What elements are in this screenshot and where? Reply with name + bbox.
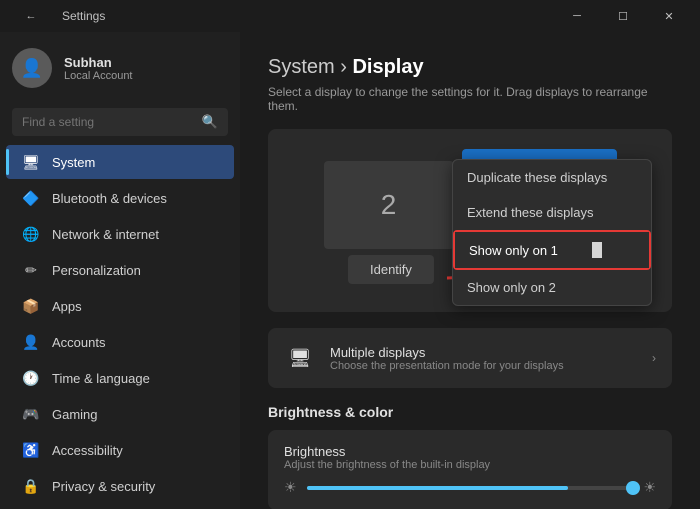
sidebar-item-label: Apps [52,299,82,314]
breadcrumb-parent: System [268,56,335,78]
sidebar-item-label: Accessibility [52,443,123,458]
sidebar-item-accessibility[interactable]: ♿ Accessibility [6,433,234,467]
cursor-indicator [592,242,602,258]
accounts-icon: 👤 [22,333,40,351]
user-type: Local Account [64,70,133,82]
multiple-displays-title: Multiple displays [330,345,638,360]
minimize-button[interactable]: ─ [554,0,600,32]
brightness-card: Brightness Adjust the brightness of the … [268,430,672,509]
sidebar-item-accounts[interactable]: 👤 Accounts [6,325,234,359]
multiple-displays-card[interactable]: 🖥 Multiple displays Choose the presentat… [268,328,672,388]
titlebar-controls: ─ ☐ ✕ [554,0,692,32]
system-icon: 🖥 [22,153,40,171]
apps-icon: 📦 [22,297,40,315]
titlebar-title: Settings [62,9,105,23]
sidebar-item-system[interactable]: 🖥 System [6,145,234,179]
personalization-icon: ✏ [22,261,40,279]
page-subtitle: Select a display to change the settings … [268,85,672,113]
dropdown-item-duplicate[interactable]: Duplicate these displays [453,160,651,195]
multiple-displays-subtitle: Choose the presentation mode for your di… [330,360,638,372]
sidebar: 👤 Subhan Local Account 🔍 🖥 System 🔷 Blue… [0,32,240,509]
sidebar-item-label: Gaming [52,407,98,422]
accessibility-icon: ♿ [22,441,40,459]
sidebar-item-label: Privacy & security [52,479,155,494]
monitor-2-label: 2 [381,189,397,221]
content-area: System › Display Select a display to cha… [240,32,700,509]
sidebar-item-label: Network & internet [52,227,159,242]
sidebar-item-label: Personalization [52,263,141,278]
identify-button[interactable]: Identify [348,255,434,284]
network-icon: 🌐 [22,225,40,243]
dropdown-show1-label: Show only on 1 [469,243,558,258]
back-button[interactable]: ← [8,0,54,32]
sidebar-item-label: System [52,155,95,170]
sidebar-item-gaming[interactable]: 🎮 Gaming [6,397,234,431]
dropdown-item-show1[interactable]: Show only on 1 [455,232,649,268]
sidebar-item-bluetooth[interactable]: 🔷 Bluetooth & devices [6,181,234,215]
sidebar-item-apps[interactable]: 📦 Apps [6,289,234,323]
brightness-section-title: Brightness & color [268,404,672,420]
search-box[interactable]: 🔍 [12,108,228,136]
brightness-slider-track [307,486,634,490]
bluetooth-icon: 🔷 [22,189,40,207]
user-profile[interactable]: 👤 Subhan Local Account [0,32,240,104]
user-info: Subhan Local Account [64,55,133,82]
display-dropdown: Duplicate these displays Extend these di… [452,159,652,306]
sidebar-item-privacy[interactable]: 🔒 Privacy & security [6,469,234,503]
privacy-icon: 🔒 [22,477,40,495]
monitor-2[interactable]: 2 [324,161,454,249]
sidebar-item-windows-update[interactable]: 🔄 Windows Update [6,505,234,509]
brightness-high-icon: ☀ [643,479,656,496]
sidebar-item-label: Time & language [52,371,150,386]
sidebar-item-time[interactable]: 🕐 Time & language [6,361,234,395]
brightness-slider-thumb[interactable] [626,481,640,495]
brightness-title: Brightness [284,444,656,459]
chevron-right-icon: › [652,351,656,365]
search-input[interactable] [22,115,194,129]
breadcrumb: System › Display [268,56,672,79]
titlebar: ← Settings ─ ☐ ✕ [0,0,700,32]
gaming-icon: 🎮 [22,405,40,423]
display-preview-area: 2 1 Duplicate these displays Extend thes… [268,129,672,312]
dropdown-item-extend[interactable]: Extend these displays [453,195,651,230]
sidebar-item-label: Accounts [52,335,105,350]
multiple-displays-icon: 🖥 [284,342,316,374]
time-icon: 🕐 [22,369,40,387]
brightness-subtitle: Adjust the brightness of the built-in di… [284,459,656,471]
brightness-slider-row: ☀ ☀ [284,479,656,496]
breadcrumb-current: Display [352,56,423,78]
breadcrumb-separator: › [340,56,352,78]
sidebar-item-personalization[interactable]: ✏ Personalization [6,253,234,287]
sidebar-item-label: Bluetooth & devices [52,191,167,206]
brightness-low-icon: ☀ [284,479,297,496]
titlebar-left: ← Settings [8,0,105,32]
brightness-slider-fill [307,486,569,490]
dropdown-item-show2[interactable]: Show only on 2 [453,270,651,305]
multiple-displays-text: Multiple displays Choose the presentatio… [330,345,638,372]
search-icon: 🔍 [202,114,218,130]
app-body: 👤 Subhan Local Account 🔍 🖥 System 🔷 Blue… [0,32,700,509]
avatar: 👤 [12,48,52,88]
monitor-row: 2 1 Duplicate these displays Extend thes… [288,149,652,249]
dropdown-highlight-group: Show only on 1 [453,230,651,270]
close-button[interactable]: ✕ [646,0,692,32]
brightness-section: Brightness & color Brightness Adjust the… [268,404,672,509]
maximize-button[interactable]: ☐ [600,0,646,32]
user-name: Subhan [64,55,133,70]
sidebar-item-network[interactable]: 🌐 Network & internet [6,217,234,251]
